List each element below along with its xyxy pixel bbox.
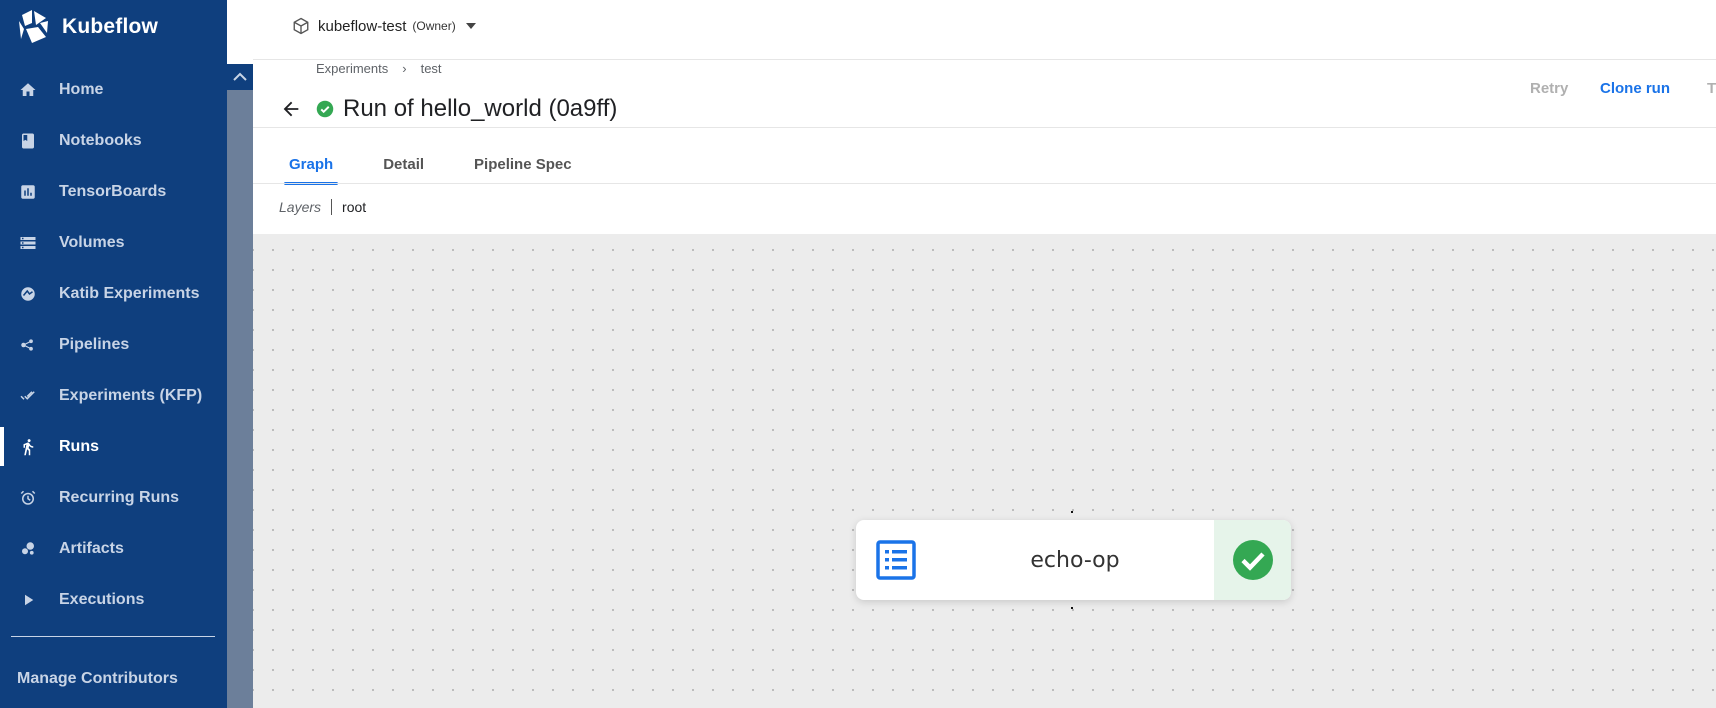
package-icon	[293, 17, 309, 35]
sidebar-item-label: Executions	[59, 590, 145, 608]
edge-anchor-bottom	[1071, 607, 1073, 609]
storage-icon	[18, 233, 38, 253]
brand[interactable]: Kubeflow	[16, 9, 158, 45]
truncated-action-button[interactable]: T	[1707, 80, 1716, 97]
sidebar-item-executions[interactable]: Executions	[0, 574, 227, 625]
tab-detail[interactable]: Detail	[378, 150, 429, 179]
layers-label: Layers	[279, 199, 322, 215]
sidebar-item-label: Home	[59, 80, 104, 98]
sidebar-item-recurring-runs[interactable]: Recurring Runs	[0, 472, 227, 523]
check-circle-icon	[1232, 540, 1273, 580]
tab-bar: Graph Detail Pipeline Spec	[284, 150, 617, 185]
manage-contributors-link[interactable]: Manage Contributors	[17, 670, 178, 688]
layers-breadcrumb: Layers root	[279, 199, 366, 215]
bar-chart-icon	[18, 182, 38, 202]
sidebar-item-label: Artifacts	[59, 539, 124, 557]
scroll-gutter	[227, 0, 253, 708]
breadcrumb-test[interactable]: test	[421, 61, 442, 76]
home-icon	[18, 80, 38, 100]
pipeline-icon	[18, 335, 38, 355]
graph-node-echo-op[interactable]: echo-op	[856, 520, 1291, 600]
namespace-selector[interactable]: kubeflow-test (Owner)	[292, 17, 476, 35]
brand-name: Kubeflow	[62, 15, 159, 38]
bubble-chart-icon	[18, 539, 38, 559]
sidebar-divider	[11, 636, 215, 637]
kubeflow-logo-icon	[19, 10, 48, 43]
retry-button[interactable]: Retry	[1530, 80, 1590, 97]
katib-icon	[18, 284, 38, 304]
namespace-name: kubeflow-test	[318, 17, 407, 35]
top-bar: kubeflow-test (Owner)	[253, 0, 1716, 60]
sidebar-item-label: Notebooks	[59, 131, 142, 149]
sidebar-item-tensorboards[interactable]: TensorBoards	[0, 166, 227, 217]
play-arrow-icon	[18, 590, 38, 610]
breadcrumb-experiments[interactable]: Experiments	[316, 61, 388, 76]
node-status	[1214, 520, 1291, 600]
sidebar-item-runs[interactable]: Runs	[0, 421, 227, 472]
tabs-divider	[253, 183, 1716, 184]
scroll-up-button[interactable]	[227, 64, 253, 90]
header-divider	[253, 127, 1716, 128]
done-all-icon	[18, 386, 38, 406]
tab-graph[interactable]: Graph	[284, 150, 339, 185]
sidebar-item-artifacts[interactable]: Artifacts	[0, 523, 227, 574]
sidebar-item-label: Katib Experiments	[59, 284, 200, 302]
back-arrow-icon[interactable]	[280, 98, 302, 120]
sidebar-item-pipelines[interactable]: Pipelines	[0, 319, 227, 370]
sidebar-item-label: TensorBoards	[59, 182, 167, 200]
layers-separator	[331, 199, 333, 215]
sidebar-item-notebooks[interactable]: Notebooks	[0, 115, 227, 166]
namespace-role: (Owner)	[412, 19, 456, 33]
sidebar-item-katib-experiments[interactable]: Katib Experiments	[0, 268, 227, 319]
node-label: echo-op	[1030, 547, 1120, 573]
list-icon	[856, 520, 936, 600]
sidebar-item-label: Pipelines	[59, 335, 130, 353]
scrollbar-track[interactable]	[227, 64, 253, 708]
chevron-down-icon	[465, 23, 476, 29]
breadcrumb-separator: ›	[402, 61, 407, 76]
breadcrumb: Experiments › test	[316, 61, 442, 76]
edge-anchor-top	[1071, 511, 1073, 513]
book-icon	[18, 131, 38, 151]
tab-pipeline-spec[interactable]: Pipeline Spec	[469, 150, 577, 179]
success-status-icon	[316, 100, 334, 118]
sidebar-item-home[interactable]: Home	[0, 64, 227, 115]
clone-run-button[interactable]: Clone run	[1600, 80, 1690, 97]
layer-root[interactable]: root	[342, 199, 366, 215]
alarm-icon	[18, 488, 38, 508]
sidebar: Kubeflow Home Notebooks TensorBoards Vol…	[0, 0, 227, 708]
page-title: Run of hello_world (0a9ff)	[343, 95, 618, 122]
sidebar-nav: Home Notebooks TensorBoards Volumes Kati…	[0, 64, 227, 625]
sidebar-item-label: Runs	[59, 437, 99, 455]
title-row: Run of hello_world (0a9ff)	[280, 95, 617, 123]
sidebar-item-volumes[interactable]: Volumes	[0, 217, 227, 268]
sidebar-item-label: Volumes	[59, 233, 125, 251]
chevron-up-icon	[233, 72, 247, 81]
run-icon	[18, 437, 38, 457]
sidebar-item-label: Recurring Runs	[59, 488, 180, 506]
sidebar-item-experiments-kfp[interactable]: Experiments (KFP)	[0, 370, 227, 421]
graph-canvas[interactable]	[253, 234, 1716, 708]
sidebar-item-label: Experiments (KFP)	[59, 386, 203, 404]
